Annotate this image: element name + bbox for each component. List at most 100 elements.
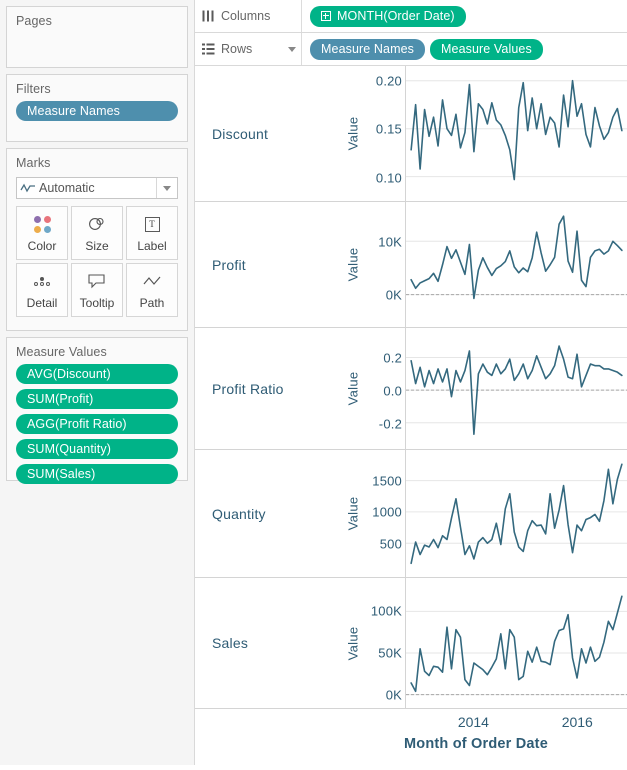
- marks-size-button[interactable]: Size: [71, 206, 123, 260]
- marks-detail-label: Detail: [26, 296, 58, 310]
- marks-label-button[interactable]: T Label: [126, 206, 178, 260]
- plot-area-sales[interactable]: [406, 578, 627, 708]
- y-axis-title: Value: [342, 450, 364, 577]
- line-chart-icon: [17, 183, 39, 193]
- marks-color-label: Color: [27, 239, 57, 253]
- y-axis-title-label: Value: [345, 626, 361, 660]
- marks-detail-button[interactable]: Detail: [16, 263, 68, 317]
- chevron-down-icon[interactable]: [156, 178, 177, 198]
- x-axis-spacer: [195, 709, 406, 736]
- columns-shelf[interactable]: Columns MONTH(Order Date): [195, 0, 627, 33]
- x-axis-ticks: 2014 2016: [406, 709, 627, 736]
- columns-icon: [195, 10, 221, 22]
- y-axis-title: Value: [342, 328, 364, 449]
- y-axis-ticks: 0.20 0.15 0.10: [364, 66, 406, 201]
- filter-pill-measure-names[interactable]: Measure Names: [16, 101, 178, 121]
- y-axis-ticks: 100K 50K 0K: [364, 578, 406, 708]
- y-axis-tick-label: 0.20: [375, 73, 402, 89]
- color-dots-icon: [33, 213, 51, 235]
- rows-pill-measure-values[interactable]: Measure Values: [430, 38, 543, 60]
- y-axis-ticks: 0.2 0.0 -0.2: [364, 328, 406, 449]
- y-axis-tick-label: 10K: [378, 234, 402, 250]
- pages-card: Pages: [6, 6, 188, 68]
- expand-plus-icon[interactable]: [321, 11, 331, 21]
- marks-path-label: Path: [139, 296, 165, 310]
- rows-pill-measure-names-label: Measure Names: [321, 41, 414, 56]
- detail-dots-icon: [34, 270, 50, 292]
- rows-pill-measure-names[interactable]: Measure Names: [310, 38, 425, 60]
- y-axis-tick-label: 0K: [385, 287, 402, 303]
- left-shelf-panel: Pages Filters Measure Names Marks Automa…: [0, 0, 195, 765]
- chart-row-sales: Sales Value 100K 50K 0K: [195, 578, 627, 708]
- y-axis-tick-label: 0.0: [383, 383, 402, 399]
- path-line-icon: [142, 270, 162, 292]
- mark-type-dropdown[interactable]: Automatic: [16, 177, 178, 199]
- rows-shelf-pills: Measure Names Measure Values: [302, 38, 627, 60]
- measure-pill-avg-discount[interactable]: AVG(Discount): [16, 364, 178, 384]
- marks-size-label: Size: [85, 239, 109, 253]
- x-axis: 2014 2016: [195, 708, 627, 736]
- visualization-area: Columns MONTH(Order Date) Rows Measure N…: [195, 0, 627, 765]
- measure-values-card: Measure Values AVG(Discount) SUM(Profit)…: [6, 337, 188, 484]
- rows-shelf-label: Rows: [221, 42, 253, 56]
- y-axis-title-label: Value: [345, 371, 361, 406]
- x-axis-tick-label: 2014: [457, 714, 489, 730]
- pages-card-title: Pages: [16, 14, 52, 28]
- y-axis-tick-label: 1500: [372, 473, 402, 489]
- y-axis-tick-label: 0K: [385, 687, 402, 703]
- marks-color-button[interactable]: Color: [16, 206, 68, 260]
- row-header-label: Discount: [212, 125, 269, 142]
- marks-tooltip-label: Tooltip: [79, 296, 115, 310]
- rows-pill-measure-values-label: Measure Values: [441, 41, 532, 56]
- y-axis-tick-label: 0.15: [375, 121, 402, 137]
- marks-tooltip-button[interactable]: Tooltip: [71, 263, 123, 317]
- columns-pill-label: MONTH(Order Date): [337, 8, 455, 23]
- y-axis-tick-label: 0.10: [375, 170, 402, 185]
- measure-pill-sum-sales[interactable]: SUM(Sales): [16, 464, 178, 484]
- rows-icon: [195, 43, 221, 55]
- row-header-label: Profit Ratio: [212, 380, 284, 397]
- y-axis-ticks: 10K 0K: [364, 202, 406, 327]
- measure-pill-agg-profit-ratio[interactable]: AGG(Profit Ratio): [16, 414, 178, 434]
- rows-shelf[interactable]: Rows Measure Names Measure Values: [195, 33, 627, 66]
- columns-shelf-header: Columns: [195, 0, 302, 32]
- measure-values-card-title: Measure Values: [16, 345, 107, 359]
- plot-area-profit-ratio[interactable]: [406, 328, 627, 449]
- chart-row-discount: Discount Value 0.20 0.15 0.10: [195, 66, 627, 202]
- y-axis-title-label: Value: [345, 247, 361, 282]
- filters-card: Filters Measure Names: [6, 74, 188, 142]
- y-axis-title: Value: [342, 578, 364, 708]
- y-axis-title-label: Value: [345, 116, 361, 151]
- tooltip-icon: [87, 270, 107, 292]
- marks-path-button[interactable]: Path: [126, 263, 178, 317]
- y-axis-tick-label: -0.2: [378, 416, 402, 432]
- plot-area-discount[interactable]: [406, 66, 627, 201]
- marks-card: Marks Automatic Color Size T Label Detai…: [6, 148, 188, 331]
- y-axis-tick-label: 1000: [372, 504, 402, 520]
- plot-area-quantity[interactable]: [406, 450, 627, 577]
- x-axis-title-label: Month of Order Date: [404, 736, 548, 752]
- marks-card-title: Marks: [16, 156, 51, 170]
- marks-buttons-grid: Color Size T Label Detail Tooltip Path: [16, 206, 178, 317]
- measure-pill-sum-quantity[interactable]: SUM(Quantity): [16, 439, 178, 459]
- rows-chevron-down-icon[interactable]: [283, 46, 301, 52]
- mark-type-label: Automatic: [39, 181, 95, 195]
- chart-row-profit-ratio: Profit Ratio Value 0.2 0.0 -0.2: [195, 328, 627, 450]
- marks-label-label: Label: [137, 239, 167, 253]
- y-axis-tick-label: 500: [379, 536, 402, 552]
- y-axis-title-label: Value: [345, 496, 361, 531]
- y-axis-title: Value: [342, 202, 364, 327]
- label-text-icon: T: [144, 213, 160, 235]
- y-axis-tick-label: 0.2: [383, 350, 402, 366]
- plot-area-profit[interactable]: [406, 202, 627, 327]
- tableau-workbook: Pages Filters Measure Names Marks Automa…: [0, 0, 627, 765]
- row-header-label: Quantity: [212, 505, 266, 522]
- columns-pill-month-order-date[interactable]: MONTH(Order Date): [310, 5, 466, 27]
- columns-shelf-label: Columns: [221, 9, 271, 23]
- y-axis-ticks: 1500 1000 500: [364, 450, 406, 577]
- chart-rows-container: Discount Value 0.20 0.15 0.10 Profit Value 10K 0…: [195, 66, 627, 708]
- columns-shelf-pills: MONTH(Order Date): [302, 5, 627, 27]
- measure-pill-sum-profit[interactable]: SUM(Profit): [16, 389, 178, 409]
- row-header-label: Profit: [212, 256, 246, 273]
- chart-row-profit: Profit Value 10K 0K: [195, 202, 627, 328]
